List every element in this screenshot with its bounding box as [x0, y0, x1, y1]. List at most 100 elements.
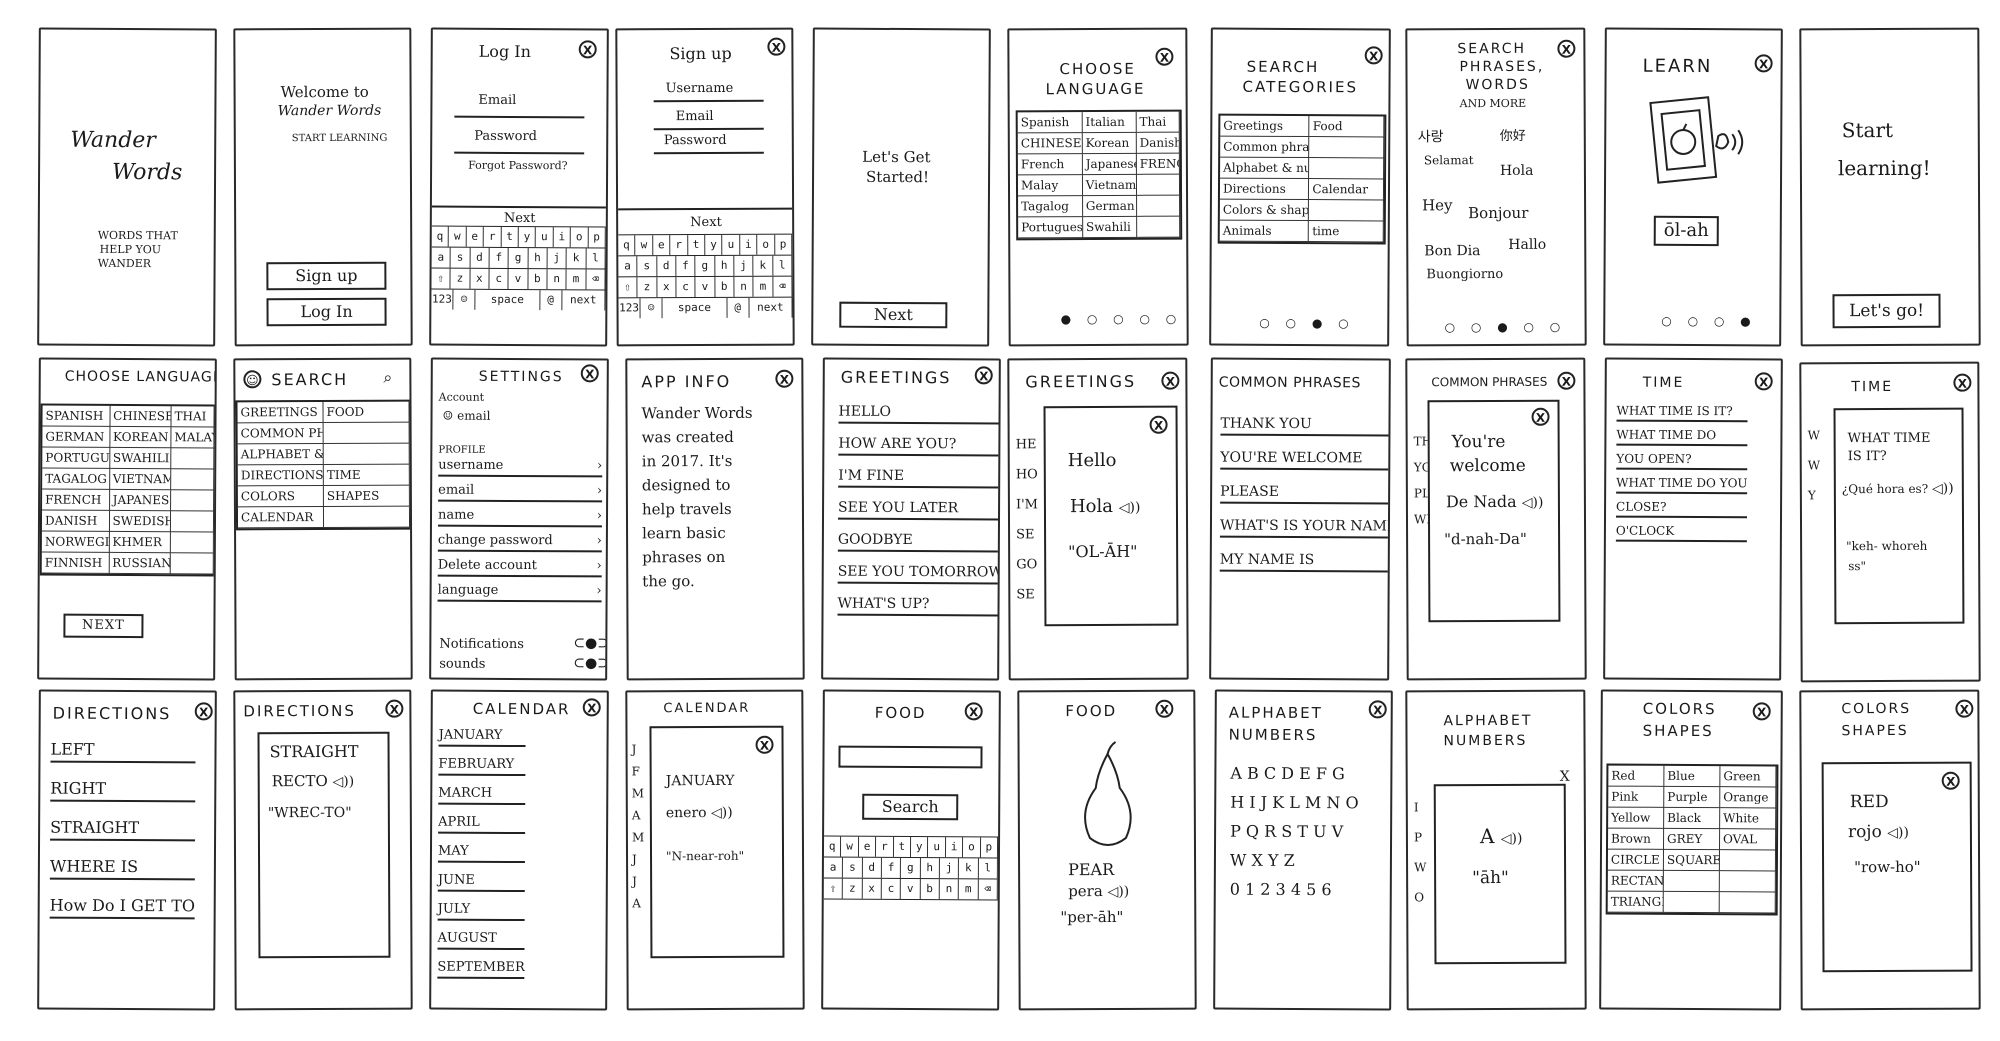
language-option[interactable] — [1136, 174, 1181, 196]
key[interactable]: g — [695, 255, 716, 277]
key[interactable]: i — [740, 234, 758, 255]
search-input[interactable] — [838, 745, 983, 769]
key[interactable]: w — [449, 226, 467, 247]
month-item[interactable]: FEBRUARY — [438, 756, 526, 777]
key[interactable]: u — [536, 227, 554, 248]
close-icon[interactable]: X — [964, 702, 983, 721]
close-icon[interactable]: X — [1557, 39, 1576, 58]
close-icon[interactable]: X — [1754, 54, 1773, 73]
search-button[interactable]: Search — [862, 793, 959, 821]
phrase-item[interactable]: WHAT TIME IS IT? — [1616, 403, 1748, 423]
color-option[interactable] — [1719, 871, 1776, 893]
category-option[interactable]: time — [1309, 221, 1384, 243]
key[interactable]: n — [547, 269, 567, 290]
month-item[interactable]: JUNE — [437, 872, 526, 893]
key[interactable]: p — [588, 227, 606, 248]
keyboard[interactable]: qwertyuiop asdfghjkl ⇧ z x c v b n m ⌫ — [823, 835, 999, 901]
language-option[interactable]: Thai — [1136, 111, 1180, 133]
key[interactable]: k — [753, 255, 774, 276]
username-field[interactable] — [653, 99, 764, 103]
key[interactable]: l — [978, 858, 998, 879]
color-option[interactable]: GREY — [1664, 828, 1721, 851]
key[interactable]: h — [920, 858, 940, 879]
phrase-item[interactable]: Hallo — [1508, 237, 1546, 253]
language-option[interactable]: DANISH — [41, 510, 110, 532]
phrase-item[interactable]: Hey — [1422, 196, 1453, 214]
toggle-icon[interactable]: ⊂●⊃ — [573, 635, 609, 651]
key[interactable]: v — [695, 276, 716, 298]
key[interactable]: f — [676, 256, 696, 277]
language-option[interactable]: Vietnamese — [1082, 174, 1137, 197]
language-option[interactable]: CHINESE — [110, 405, 172, 428]
month-item[interactable]: MAY — [437, 843, 526, 864]
speaker-icon[interactable]: ◁)) — [1887, 825, 1909, 841]
language-option[interactable]: Danish — [1136, 132, 1180, 154]
key[interactable]: @ — [539, 290, 563, 311]
settings-item[interactable]: email › — [438, 482, 603, 503]
key[interactable]: i — [553, 227, 572, 248]
language-option[interactable]: MALAY — [171, 427, 215, 449]
lets-go-button[interactable]: Let's go! — [1832, 293, 1941, 329]
category-option[interactable]: DIRECTIONS — [237, 464, 324, 487]
category-option[interactable] — [1309, 137, 1385, 159]
key[interactable]: next — [749, 297, 793, 318]
close-icon[interactable]: X — [1531, 407, 1550, 426]
key[interactable]: d — [862, 857, 882, 878]
key[interactable]: h — [528, 248, 548, 269]
language-option[interactable] — [170, 532, 214, 554]
user-icon[interactable]: ☺ — [243, 370, 262, 389]
phrase-item[interactable]: MY NAME IS — [1219, 551, 1391, 573]
key[interactable]: p — [774, 234, 793, 255]
next-button[interactable]: Next — [504, 211, 536, 226]
category-option[interactable]: Animals — [1219, 220, 1310, 243]
color-option[interactable] — [1719, 892, 1776, 914]
speaker-icon[interactable]: ◁)) — [711, 805, 733, 821]
category-option[interactable] — [323, 506, 411, 528]
phrase-item[interactable]: THANK YOU — [1220, 415, 1391, 437]
phrase-item[interactable]: WHAT TIME DO — [1616, 427, 1748, 447]
category-option[interactable]: GREETINGS — [237, 401, 324, 424]
language-option[interactable] — [171, 448, 215, 470]
close-icon[interactable]: X — [1155, 699, 1174, 718]
language-option[interactable]: GERMAN — [42, 426, 111, 448]
close-icon[interactable]: X — [1149, 415, 1168, 434]
key[interactable]: b — [715, 276, 735, 297]
key[interactable]: g — [901, 857, 921, 879]
email-field[interactable] — [653, 127, 764, 131]
key[interactable]: y — [705, 234, 723, 255]
close-icon[interactable]: X — [1955, 699, 1974, 718]
key[interactable]: o — [963, 837, 981, 858]
category-option[interactable]: ALPHABET & NUMBERS — [237, 443, 324, 466]
key[interactable]: ⇧ — [618, 277, 638, 298]
language-option[interactable]: RUSSIAN — [109, 552, 171, 575]
speaker-icon[interactable]: ◁)) — [1108, 884, 1130, 900]
character-row[interactable]: H I J K L M N O — [1230, 793, 1358, 813]
signup-button[interactable]: Sign up — [266, 261, 387, 291]
category-option[interactable] — [323, 443, 410, 465]
key[interactable]: space — [475, 289, 541, 311]
language-option[interactable]: FRENCH — [42, 489, 110, 511]
color-option[interactable]: Green — [1720, 766, 1777, 788]
color-option[interactable]: Yellow — [1608, 807, 1665, 829]
key[interactable]: b — [528, 269, 548, 290]
phrase-item[interactable]: WHAT'S UP? — [837, 595, 1001, 617]
key[interactable]: v — [508, 268, 529, 290]
password-field[interactable] — [454, 151, 585, 155]
next-button[interactable]: Next — [690, 215, 722, 230]
language-option[interactable]: JAPANESE — [109, 489, 172, 512]
color-option[interactable]: SQUARE — [1663, 849, 1720, 872]
category-option[interactable] — [323, 422, 410, 444]
key[interactable]: space — [662, 297, 728, 319]
key[interactable]: q — [823, 836, 842, 857]
login-button[interactable]: Log In — [266, 297, 387, 327]
key[interactable]: o — [570, 227, 589, 248]
key[interactable]: a — [618, 256, 638, 277]
close-icon[interactable]: X — [194, 702, 213, 721]
settings-item[interactable]: name › — [437, 507, 603, 528]
phrase-item[interactable]: O'CLOCK — [1615, 523, 1748, 543]
language-option[interactable] — [171, 490, 215, 512]
color-option[interactable]: Black — [1664, 807, 1721, 830]
key[interactable]: 123 — [431, 289, 454, 310]
close-icon[interactable]: X — [767, 37, 786, 56]
color-option[interactable]: Pink — [1608, 786, 1665, 808]
